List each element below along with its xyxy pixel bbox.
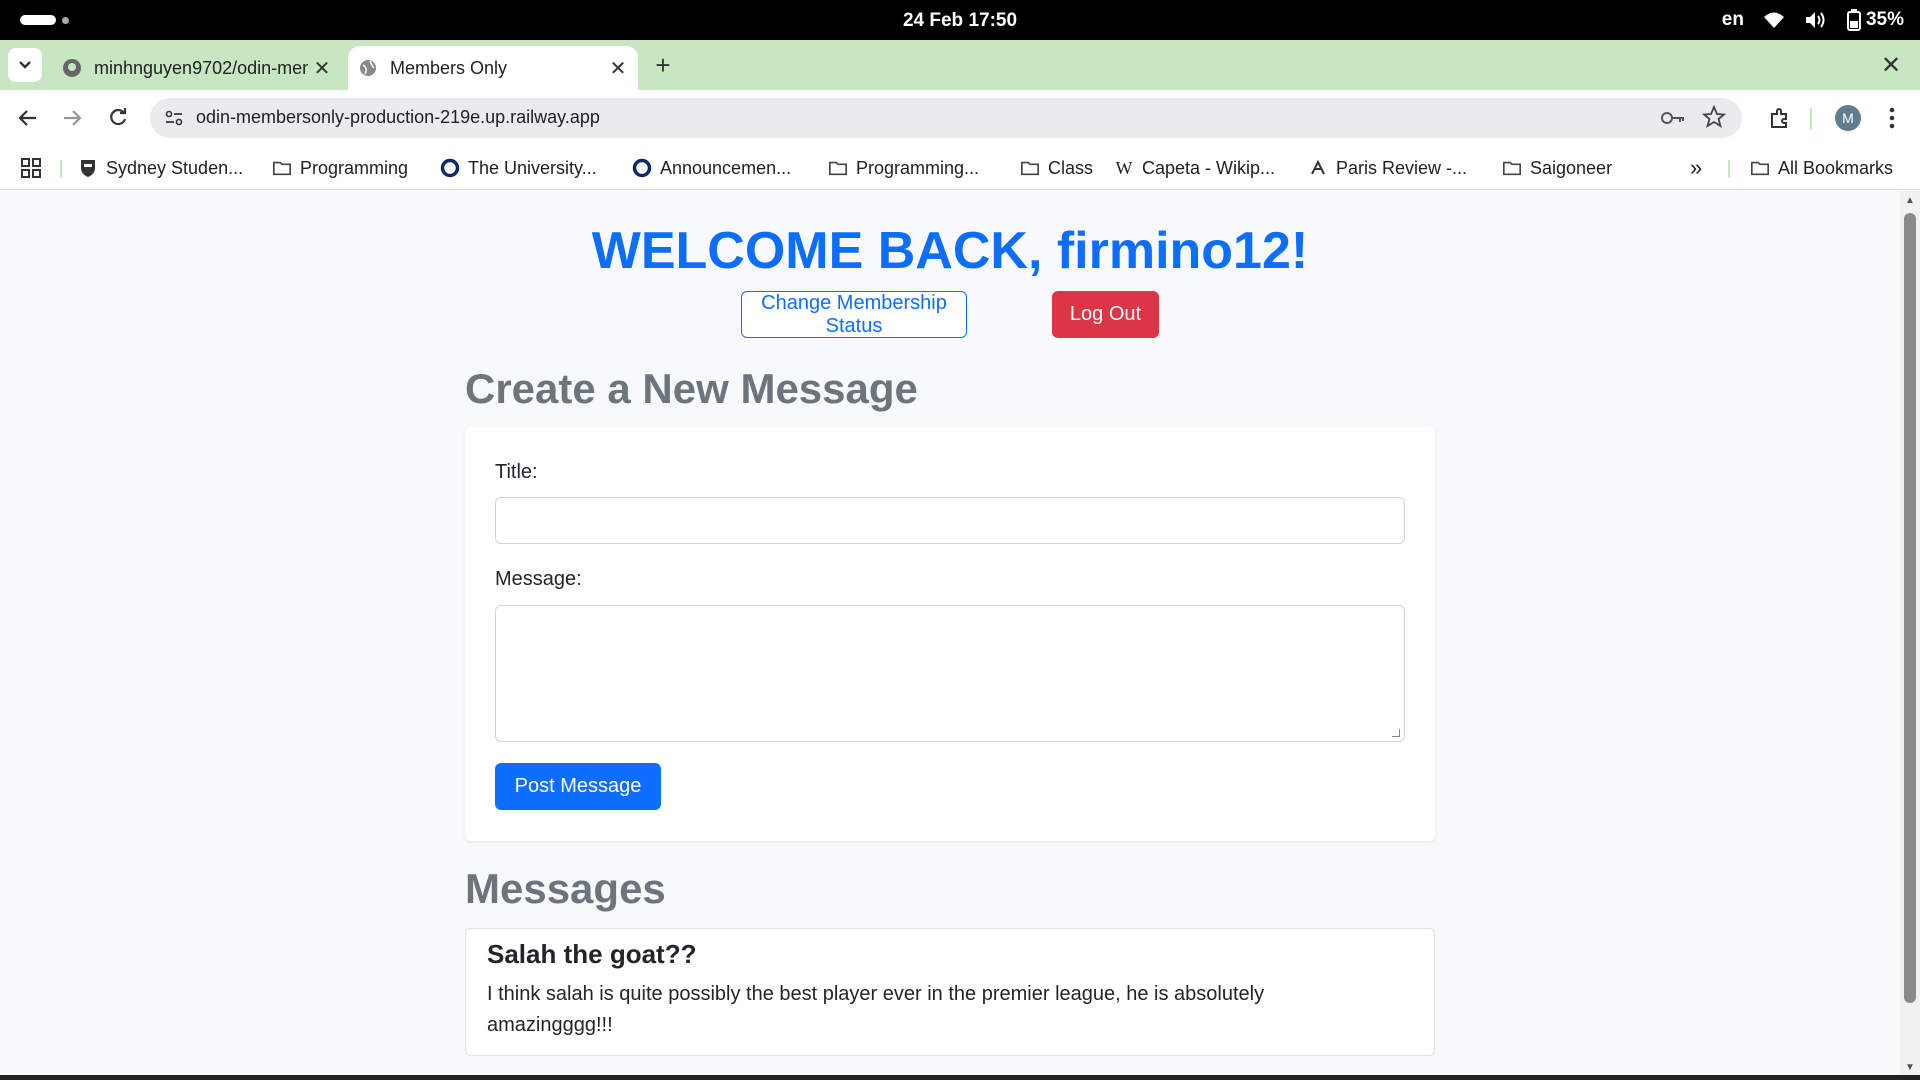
arrow-left-icon [18,110,36,126]
bookmarks-bar: Sydney Studen... Programming The Univers… [0,146,1920,190]
url-text: odin-membersonly-production-219e.up.rail… [196,107,600,127]
welcome-heading: WELCOME BACK, firmino12! [591,222,1309,280]
bookmark-programming-folder[interactable]: Programming... [828,154,979,182]
title-input[interactable] [495,497,1405,544]
bookmark-paris-review[interactable]: Paris Review -... [1308,154,1467,182]
system-clock[interactable]: 24 Feb 17:50 [0,10,1920,32]
bookmark-programming[interactable]: Programming [272,154,408,182]
close-tab-button[interactable]: ✕ [604,54,632,82]
folder-icon [272,158,292,178]
bookmark-announcements[interactable]: Announcemen... [632,154,791,182]
battery-icon [1846,9,1861,31]
tab-members-only[interactable]: Members Only ✕ [348,46,638,90]
wifi-icon[interactable] [1762,10,1786,30]
volume-icon[interactable] [1804,10,1828,30]
arrow-right-icon [64,110,82,126]
folder-icon [1750,158,1770,178]
bookmarks-divider [1728,160,1730,178]
bookmarks-overflow-button[interactable]: » [1690,154,1702,182]
bookmark-label: Announcemen... [660,157,792,178]
bookmark-star-icon[interactable] [1701,104,1727,134]
more-vertical-icon [1889,107,1895,129]
avatar: M [1835,105,1861,131]
extensions-button[interactable] [1762,100,1798,136]
globe-icon [358,58,378,78]
apps-grid-icon [21,158,41,178]
scroll-up-icon[interactable]: ▲ [1905,195,1915,206]
bookmark-sydney-student[interactable]: Sydney Studen... [78,154,243,182]
toolbar-divider [1810,108,1812,130]
close-tab-button[interactable]: ✕ [308,54,336,82]
tab-strip: minhnguyen9702/odin-membersonly ✕ Member… [0,40,1920,90]
reload-icon [110,108,127,126]
messages-heading: Messages [465,865,666,912]
folder-icon [828,158,848,178]
folder-icon [1020,158,1040,178]
create-message-heading: Create a New Message [465,365,918,412]
message-label: Message: [495,568,582,590]
browser-toolbar: odin-membersonly-production-219e.up.rail… [0,90,1920,146]
puzzle-icon [1771,108,1787,128]
bookmark-label: Paris Review -... [1336,157,1468,178]
scroll-down-icon[interactable]: ▼ [1905,1062,1915,1073]
site-settings-icon[interactable] [162,106,186,130]
forward-button[interactable] [54,100,90,136]
github-icon [62,58,82,78]
chevron-down-icon [19,61,31,69]
folder-icon [1502,158,1522,178]
bookmark-the-university[interactable]: The University... [440,154,597,182]
message-title: Salah the goat?? [487,939,697,969]
back-button[interactable] [10,100,46,136]
bookmark-label: Class [1048,157,1094,178]
bottom-edge [0,1075,1920,1080]
battery-indicator[interactable]: 35% [1846,9,1904,31]
logout-button[interactable]: Log Out [1052,291,1159,338]
apps-button[interactable] [20,154,42,182]
bookmark-label: All Bookmarks [1778,157,1894,178]
bookmark-label: Programming [300,157,409,178]
bookmark-label: Programming... [856,157,980,178]
title-label: Title: [495,461,538,483]
bookmark-label: The University... [468,157,597,178]
tab-title: Members Only [390,57,508,78]
ring-icon [632,158,652,178]
message-card: Salah the goat?? I think salah is quite … [465,928,1435,1056]
tab-search-button[interactable] [8,48,42,82]
bird-icon [1308,158,1328,178]
web-page: WELCOME BACK, firmino12! Change Membersh… [0,191,1900,1075]
ring-icon [440,158,460,178]
bookmarks-divider [60,160,62,178]
wikipedia-icon: W [1115,157,1133,178]
message-textarea[interactable] [495,605,1405,742]
input-method-indicator[interactable]: en [1722,9,1744,31]
bookmark-saigoneer[interactable]: Saigoneer [1502,154,1612,182]
new-message-form: Title: Message: Post Message [465,427,1435,841]
browser-menu-button[interactable] [1874,100,1910,136]
page-scrollbar[interactable]: ▲ ▼ [1900,191,1920,1075]
change-membership-button[interactable]: Change Membership Status [741,291,967,338]
resize-handle-icon[interactable] [1392,729,1400,737]
tab-github[interactable]: minhnguyen9702/odin-membersonly ✕ [52,46,342,90]
scrollbar-thumb[interactable] [1904,213,1916,1003]
bookmark-label: Saigoneer [1530,157,1613,178]
message-body: I think salah is quite possibly the best… [487,983,1265,1036]
system-status-bar: 24 Feb 17:50 en 35% [0,0,1920,40]
all-bookmarks[interactable]: All Bookmarks [1750,154,1893,182]
tab-title: minhnguyen9702/odin-membersonly [94,57,308,78]
bookmark-label: Sydney Studen... [106,157,244,178]
profile-button[interactable]: M [1830,100,1866,136]
bookmark-capeta[interactable]: W Capeta - Wikip... [1114,154,1276,182]
window-close-button[interactable]: ✕ [1876,50,1906,80]
shield-icon [78,158,98,178]
address-bar[interactable]: odin-membersonly-production-219e.up.rail… [150,98,1742,138]
battery-percentage: 35% [1865,9,1904,30]
post-message-button[interactable]: Post Message [495,763,661,810]
new-tab-button[interactable]: + [648,50,678,80]
bookmark-class[interactable]: Class [1020,154,1093,182]
reload-button[interactable] [100,100,136,136]
key-icon[interactable] [1660,106,1686,135]
bookmark-label: Capeta - Wikip... [1142,157,1276,178]
